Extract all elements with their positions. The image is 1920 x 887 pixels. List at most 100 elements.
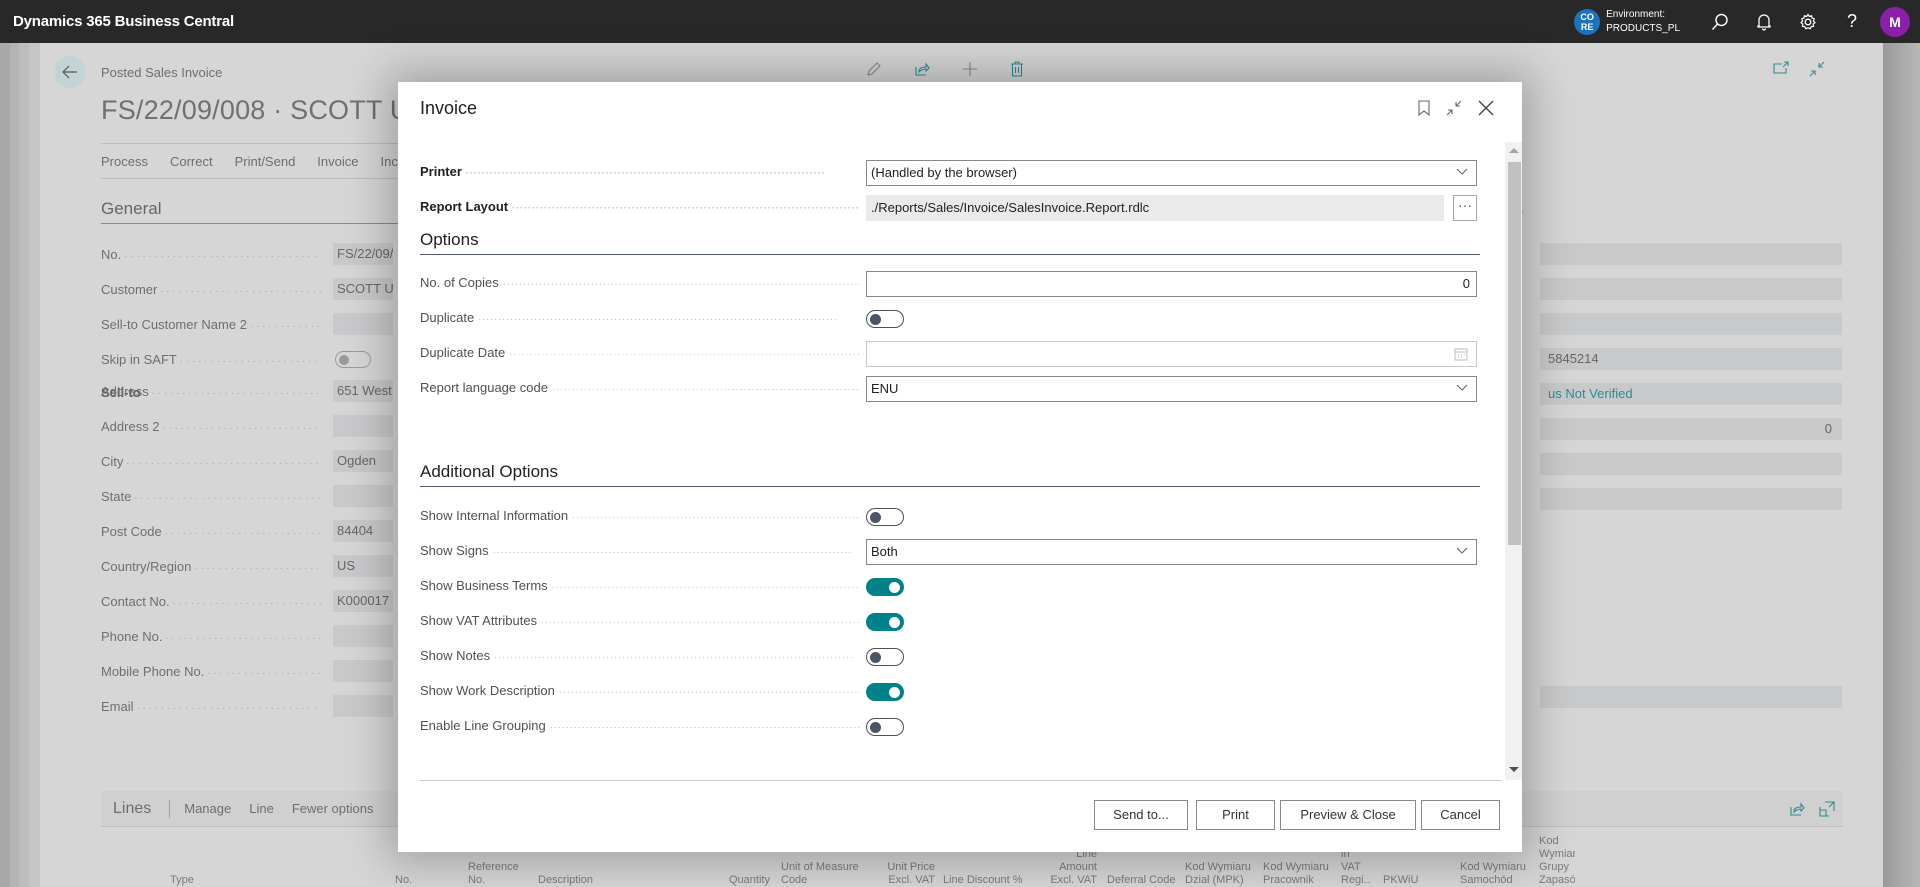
field-value[interactable] xyxy=(333,415,393,437)
field-value[interactable]: K000017 xyxy=(333,590,393,612)
open-new-window-icon[interactable] xyxy=(1773,61,1789,75)
cancel-button[interactable]: Cancel xyxy=(1421,800,1500,830)
right-field-value[interactable]: 0 xyxy=(1540,418,1842,440)
additional-options-title[interactable]: Additional Options xyxy=(420,462,558,482)
col-kod-wymiaru-dzial[interactable]: Kod Wymiaru Dział (MPK) xyxy=(1185,861,1255,887)
show-signs-select[interactable]: Both xyxy=(866,539,1477,565)
lines-title[interactable]: Lines xyxy=(113,799,171,818)
right-field-value[interactable] xyxy=(1540,278,1842,300)
show-internal-info-toggle[interactable] xyxy=(866,508,904,526)
printer-select[interactable]: (Handled by the browser) xyxy=(866,160,1477,186)
duplicate-toggle[interactable] xyxy=(866,310,904,328)
right-field-value[interactable] xyxy=(1540,313,1842,335)
field-value[interactable] xyxy=(333,660,393,682)
show-internal-info-label: Show Internal Information ···············… xyxy=(420,508,860,523)
right-field-value[interactable]: 5845214 xyxy=(1540,348,1842,370)
language-select[interactable]: ENU xyxy=(866,376,1477,402)
action-process[interactable]: Process xyxy=(101,154,148,169)
col-type[interactable]: Type xyxy=(170,874,194,887)
col-kod-wymiaru-grupy[interactable]: Kod Wymiaru Grupy Zapasów xyxy=(1539,835,1575,887)
options-divider xyxy=(420,254,1480,255)
duplicate-date-input[interactable] xyxy=(866,341,1477,367)
field-value-no[interactable]: FS/22/09/008 xyxy=(333,243,393,265)
enable-line-grouping-toggle[interactable] xyxy=(866,718,904,736)
show-notes-label: Show Notes ······························… xyxy=(420,648,854,663)
field-value-sell-to-name2[interactable] xyxy=(333,313,393,335)
delete-icon[interactable] xyxy=(1010,61,1024,77)
calendar-icon[interactable] xyxy=(1454,347,1468,361)
col-line-amount[interactable]: Line Amount Excl. VAT xyxy=(1037,848,1097,887)
lines-action-fewer-options[interactable]: Fewer options xyxy=(292,801,374,816)
col-quantity[interactable]: Quantity xyxy=(729,874,770,887)
toggle-knob xyxy=(870,512,881,523)
field-value[interactable]: US xyxy=(333,555,393,577)
help-icon[interactable]: ? xyxy=(1830,0,1874,43)
right-field-value[interactable]: us Not Verified xyxy=(1540,383,1842,405)
action-correct[interactable]: Correct xyxy=(170,154,213,169)
show-work-description-toggle[interactable] xyxy=(866,683,904,701)
col-no[interactable]: No. xyxy=(395,874,412,887)
bell-icon[interactable] xyxy=(1742,0,1786,43)
col-reference-no[interactable]: Reference No. xyxy=(468,861,528,887)
action-print-send[interactable]: Print/Send xyxy=(235,154,296,169)
scroll-up-arrow-icon[interactable] xyxy=(1509,148,1519,153)
app-title[interactable]: Dynamics 365 Business Central xyxy=(13,13,234,30)
send-to-button[interactable]: Send to... xyxy=(1094,800,1188,830)
right-field-value[interactable] xyxy=(1540,488,1842,510)
show-vat-attributes-toggle[interactable] xyxy=(866,613,904,631)
back-button[interactable] xyxy=(54,56,86,88)
field-value[interactable] xyxy=(333,625,393,647)
col-unit-of-measure[interactable]: Unit of Measure Code xyxy=(781,861,861,887)
col-pkwiu[interactable]: PKWiU xyxy=(1383,874,1418,887)
lines-share-icon[interactable] xyxy=(1789,801,1805,817)
lines-expand-icon[interactable] xyxy=(1819,801,1835,817)
plus-icon[interactable] xyxy=(962,61,978,77)
gear-icon[interactable] xyxy=(1786,0,1830,43)
collapse-icon[interactable] xyxy=(1809,61,1825,77)
col-deferral-code[interactable]: Deferral Code xyxy=(1107,874,1175,887)
print-button[interactable]: Print xyxy=(1196,800,1275,830)
field-value[interactable]: 651 West xyxy=(333,380,393,402)
col-line-discount[interactable]: Line Discount % xyxy=(943,874,1023,887)
show-notes-toggle[interactable] xyxy=(866,648,904,666)
preview-close-button[interactable]: Preview & Close xyxy=(1280,800,1416,830)
bookmark-icon[interactable] xyxy=(1418,100,1430,116)
lines-action-line[interactable]: Line xyxy=(249,801,274,816)
user-avatar[interactable]: M xyxy=(1880,6,1910,37)
report-layout-row: Report Layout ···························… xyxy=(420,195,1480,221)
scroll-down-arrow-icon[interactable] xyxy=(1509,767,1519,772)
search-icon[interactable] xyxy=(1698,0,1742,43)
general-section-title[interactable]: General xyxy=(101,199,161,219)
show-business-terms-toggle[interactable] xyxy=(866,578,904,596)
skip-in-saft-toggle[interactable] xyxy=(335,351,371,368)
field-label-sell-to-name2: Sell-to Customer Name 2 xyxy=(101,317,321,335)
close-icon[interactable] xyxy=(1478,100,1494,116)
report-layout-field[interactable]: ./Reports/Sales/Invoice/SalesInvoice.Rep… xyxy=(866,195,1444,221)
environment-info[interactable]: Environment: PRODUCTS_PL xyxy=(1606,8,1680,36)
field-value[interactable]: Ogden xyxy=(333,450,393,472)
collapse-dialog-icon[interactable] xyxy=(1446,100,1462,116)
right-field-value[interactable] xyxy=(1540,453,1842,475)
copies-input[interactable]: 0 xyxy=(866,271,1477,297)
field-value[interactable] xyxy=(333,695,393,717)
field-value[interactable] xyxy=(333,485,393,507)
share-icon[interactable] xyxy=(914,61,930,77)
col-unit-price[interactable]: Unit Price Excl. VAT xyxy=(865,861,935,887)
options-section-title[interactable]: Options xyxy=(420,230,479,250)
action-invoice[interactable]: Invoice xyxy=(317,154,358,169)
lines-action-manage[interactable]: Manage xyxy=(184,801,231,816)
col-kod-wymiaru-pracownik[interactable]: Kod Wymiaru Pracownik xyxy=(1263,861,1333,887)
environment-label: Environment: xyxy=(1606,8,1666,20)
col-kod-wymiaru-samochod[interactable]: Kod Wymiaru Samochód xyxy=(1460,861,1530,887)
report-layout-lookup-button[interactable]: ··· xyxy=(1453,195,1477,221)
right-field-value[interactable] xyxy=(1540,243,1842,265)
scrollbar-thumb[interactable] xyxy=(1508,162,1521,545)
dialog-scrollbar[interactable] xyxy=(1505,142,1522,780)
col-description[interactable]: Description xyxy=(538,874,593,887)
field-value[interactable]: 84404 xyxy=(333,520,393,542)
right-field-value[interactable] xyxy=(1540,686,1842,708)
field-label: Mobile Phone No. xyxy=(101,664,321,682)
environment-badge[interactable]: CO RE xyxy=(1574,8,1601,35)
field-value-customer[interactable]: SCOTT USA xyxy=(333,278,393,300)
edit-pencil-icon[interactable] xyxy=(866,61,882,77)
